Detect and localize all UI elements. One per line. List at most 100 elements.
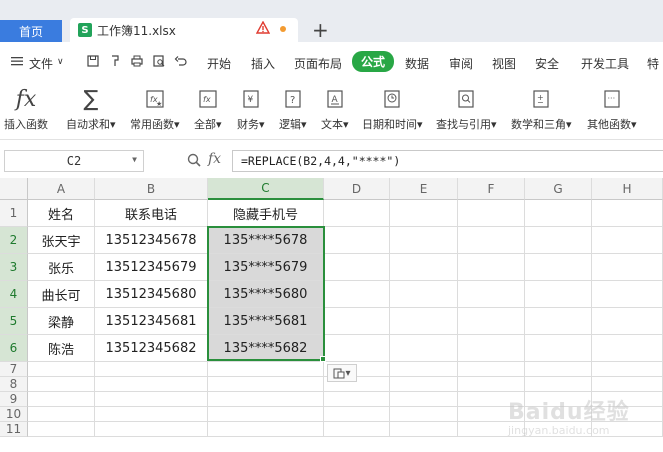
cell-d5[interactable] xyxy=(324,308,390,335)
menu-security[interactable]: 安全 xyxy=(535,55,559,72)
cell-c1[interactable]: 隐藏手机号 xyxy=(208,200,324,227)
cell-d9[interactable] xyxy=(324,392,390,407)
column-header-a[interactable]: A xyxy=(28,178,95,200)
tab-home[interactable]: 首页 xyxy=(0,20,62,42)
menu-start[interactable]: 开始 xyxy=(207,55,231,72)
cell-e4[interactable] xyxy=(390,281,458,308)
row-header-10[interactable]: 10 xyxy=(0,407,28,422)
cell-g6[interactable] xyxy=(525,335,592,362)
cell-g4[interactable] xyxy=(525,281,592,308)
cell-d4[interactable] xyxy=(324,281,390,308)
cell-e8[interactable] xyxy=(390,377,458,392)
cell-f7[interactable] xyxy=(458,362,525,377)
cell-a11[interactable] xyxy=(28,422,95,437)
name-box[interactable]: C2 ▼ xyxy=(4,150,144,172)
cell-b3[interactable]: 13512345679 xyxy=(95,254,208,281)
cell-d2[interactable] xyxy=(324,227,390,254)
lookup-reference-button[interactable]: 查找与引用▾ xyxy=(436,80,497,140)
cell-a5[interactable]: 梁静 xyxy=(28,308,95,335)
cell-e2[interactable] xyxy=(390,227,458,254)
row-header-11[interactable]: 11 xyxy=(0,422,28,437)
cell-e9[interactable] xyxy=(390,392,458,407)
column-header-c[interactable]: C xyxy=(208,178,324,200)
date-time-button[interactable]: 日期和时间▾ xyxy=(362,80,423,140)
paste-options-button[interactable]: ▾ xyxy=(327,364,357,382)
menu-page-layout[interactable]: 页面布局 xyxy=(294,55,342,72)
cell-c6[interactable]: 135****5682 xyxy=(208,335,324,362)
menu-insert[interactable]: 插入 xyxy=(251,55,275,72)
cell-a8[interactable] xyxy=(28,377,95,392)
row-header-9[interactable]: 9 xyxy=(0,392,28,407)
cell-b6[interactable]: 13512345682 xyxy=(95,335,208,362)
cell-d11[interactable] xyxy=(324,422,390,437)
text-functions-button[interactable]: A 文本▾ xyxy=(321,80,349,140)
warning-icon[interactable] xyxy=(256,21,270,35)
cell-h3[interactable] xyxy=(592,254,663,281)
cell-d3[interactable] xyxy=(324,254,390,281)
hamburger-icon[interactable] xyxy=(10,54,24,68)
menu-data[interactable]: 数据 xyxy=(405,55,429,72)
cell-a4[interactable]: 曲长可 xyxy=(28,281,95,308)
cell-h5[interactable] xyxy=(592,308,663,335)
cell-e3[interactable] xyxy=(390,254,458,281)
menu-formula[interactable]: 公式 xyxy=(352,51,395,72)
row-header-3[interactable]: 3 xyxy=(0,254,28,281)
cell-b10[interactable] xyxy=(95,407,208,422)
menu-file[interactable]: 文件 xyxy=(29,55,53,72)
cell-a9[interactable] xyxy=(28,392,95,407)
cell-f1[interactable] xyxy=(458,200,525,227)
chevron-down-icon[interactable]: ∨ xyxy=(57,57,64,67)
cell-h2[interactable] xyxy=(592,227,663,254)
insert-function-button[interactable]: fx 插入函数 xyxy=(4,80,48,140)
cell-f4[interactable] xyxy=(458,281,525,308)
menu-special[interactable]: 特 xyxy=(647,55,659,72)
financial-button[interactable]: ¥ 财务▾ xyxy=(237,80,265,140)
cell-c2[interactable]: 135****5678 xyxy=(208,227,324,254)
menu-review[interactable]: 审阅 xyxy=(449,55,473,72)
cell-e10[interactable] xyxy=(390,407,458,422)
format-painter-icon[interactable] xyxy=(108,54,122,68)
cell-a1[interactable]: 姓名 xyxy=(28,200,95,227)
cell-a7[interactable] xyxy=(28,362,95,377)
fill-handle[interactable] xyxy=(320,356,326,362)
cell-g3[interactable] xyxy=(525,254,592,281)
cell-b7[interactable] xyxy=(95,362,208,377)
cell-c7[interactable] xyxy=(208,362,324,377)
cell-h6[interactable] xyxy=(592,335,663,362)
math-trig-button[interactable]: + − 数学和三角▾ xyxy=(511,80,572,140)
common-functions-button[interactable]: fx ★ 常用函数▾ xyxy=(130,80,180,140)
row-header-8[interactable]: 8 xyxy=(0,377,28,392)
zoom-search-icon[interactable] xyxy=(186,152,202,168)
cell-b1[interactable]: 联系电话 xyxy=(95,200,208,227)
cell-b11[interactable] xyxy=(95,422,208,437)
cell-c5[interactable]: 135****5681 xyxy=(208,308,324,335)
cell-d1[interactable] xyxy=(324,200,390,227)
cell-h7[interactable] xyxy=(592,362,663,377)
cell-a10[interactable] xyxy=(28,407,95,422)
column-header-f[interactable]: F xyxy=(458,178,525,200)
cell-e1[interactable] xyxy=(390,200,458,227)
column-header-b[interactable]: B xyxy=(95,178,208,200)
formula-input[interactable]: =REPLACE(B2,4,4,"****") xyxy=(232,150,663,172)
cell-f5[interactable] xyxy=(458,308,525,335)
undo-icon[interactable] xyxy=(174,54,188,68)
autosum-button[interactable]: ∑ 自动求和▾ xyxy=(66,80,116,140)
cell-h4[interactable] xyxy=(592,281,663,308)
cell-d10[interactable] xyxy=(324,407,390,422)
cell-h1[interactable] xyxy=(592,200,663,227)
cell-f6[interactable] xyxy=(458,335,525,362)
chevron-down-icon[interactable]: ▼ xyxy=(132,155,137,164)
cell-e6[interactable] xyxy=(390,335,458,362)
other-functions-button[interactable]: ··· 其他函数▾ xyxy=(587,80,637,140)
cell-e5[interactable] xyxy=(390,308,458,335)
print-icon[interactable] xyxy=(130,54,144,68)
cell-c9[interactable] xyxy=(208,392,324,407)
column-header-g[interactable]: G xyxy=(525,178,592,200)
all-functions-button[interactable]: fx 全部▾ xyxy=(194,80,222,140)
cell-a2[interactable]: 张天宇 xyxy=(28,227,95,254)
new-tab-button[interactable]: + xyxy=(312,18,329,42)
print-preview-icon[interactable] xyxy=(152,54,166,68)
row-header-7[interactable]: 7 xyxy=(0,362,28,377)
cell-f2[interactable] xyxy=(458,227,525,254)
column-header-d[interactable]: D xyxy=(324,178,390,200)
